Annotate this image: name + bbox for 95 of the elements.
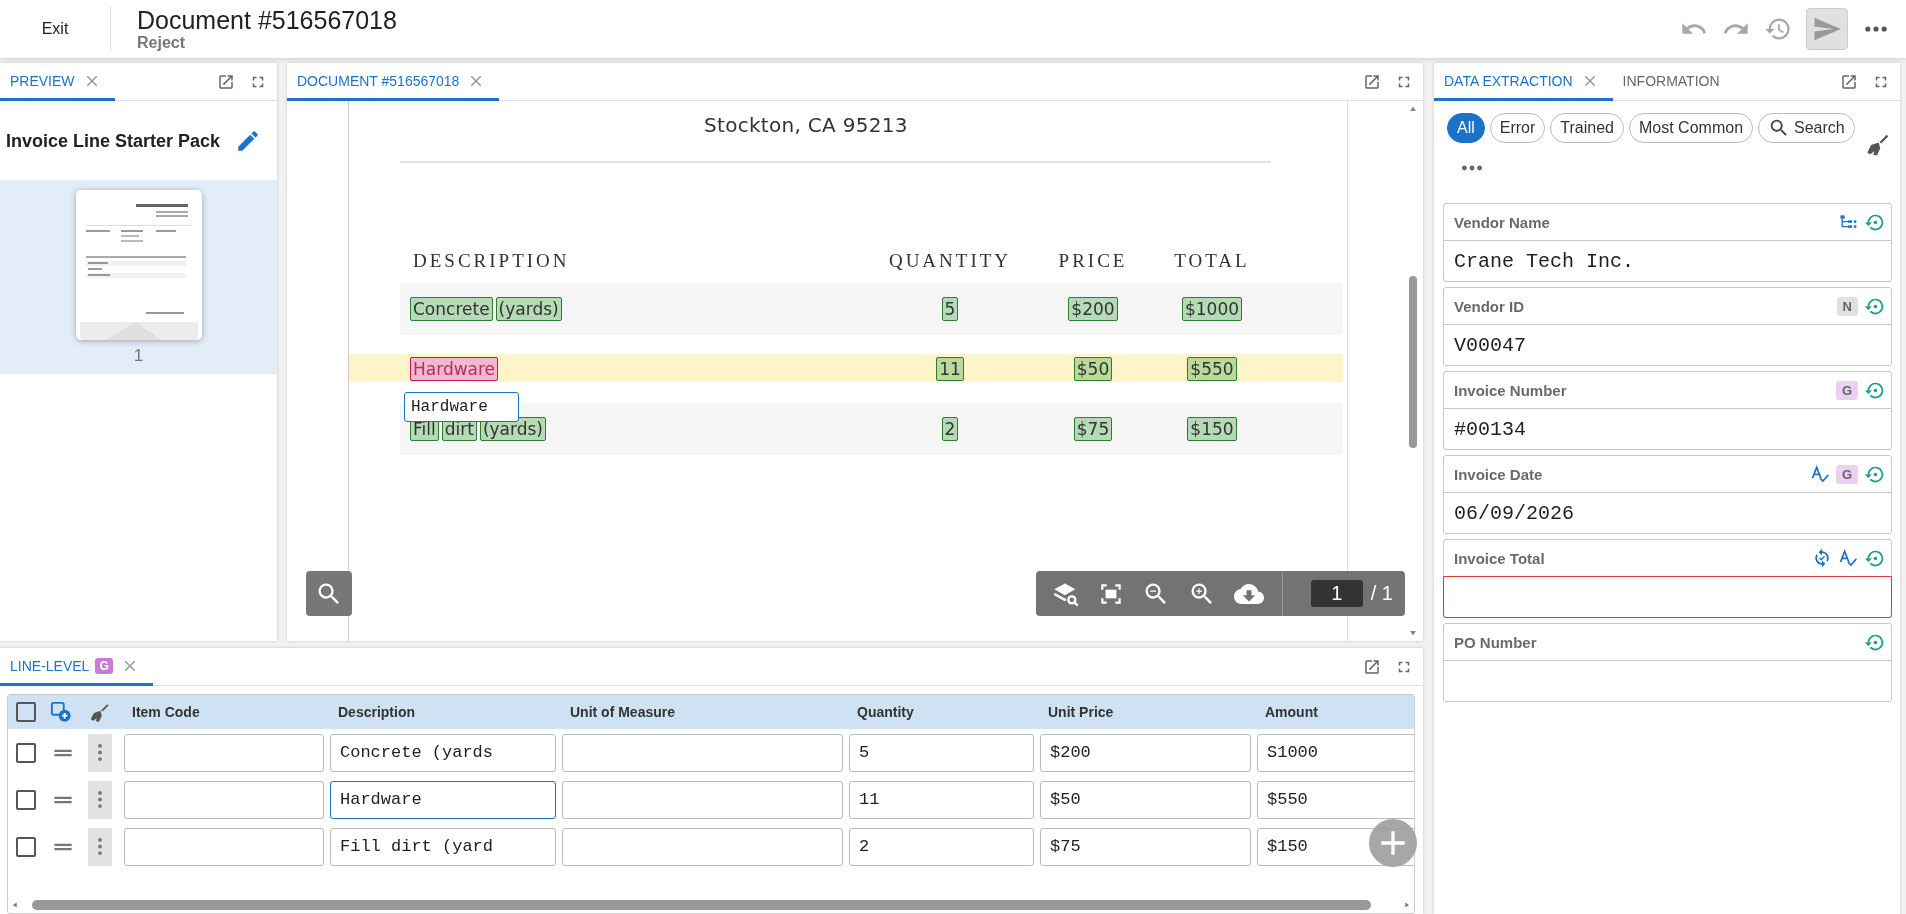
column-heading: DESCRIPTION [412,250,571,272]
tab[interactable]: LINE-LEVEL G [0,648,153,686]
extracted-word[interactable]: $1000 [1181,297,1243,321]
spellcheck-icon[interactable] [1809,464,1830,484]
scrollbar-thumb[interactable] [1409,276,1417,448]
table-field[interactable]: $75 [1040,827,1251,866]
tooltip: Hardware [404,392,519,422]
open-in-new-icon[interactable] [217,72,235,91]
field-label: Invoice Date [1454,465,1543,483]
column-header: Unit Price [1047,704,1115,720]
value-field[interactable]: V00047 [1443,324,1892,366]
table-field[interactable] [124,733,324,772]
scrollbar-thumb[interactable] [32,900,1371,910]
checkbox[interactable] [16,742,36,763]
page-item[interactable]: 1 [0,180,277,374]
table-field[interactable]: $550 [1257,780,1414,819]
tab[interactable]: DATA EXTRACTION [1434,63,1613,101]
open-in-new-icon[interactable] [1840,72,1858,91]
sync-icon[interactable] [1812,548,1832,568]
value-field[interactable]: 06/09/2026 [1443,492,1892,534]
extracted-word[interactable]: 5 [941,297,959,321]
value-field[interactable]: #00134 [1443,408,1892,450]
table-field[interactable] [124,780,324,819]
column-header: Amount [1264,704,1319,720]
table-field[interactable]: $200 [1040,733,1251,772]
field-label: Vendor Name [1454,213,1550,231]
row-menu-button[interactable] [88,733,112,772]
edit-icon[interactable] [235,128,261,154]
badge: G [95,657,113,674]
table-field[interactable] [562,780,843,819]
column-heading: QUANTITY [887,250,1013,272]
page-total: / 1 [1370,582,1393,605]
tab[interactable]: INFORMATION [1612,63,1734,101]
extracted-word[interactable]: $200 [1068,297,1118,321]
badge: G [1835,464,1858,484]
column-heading: PRICE [1057,250,1129,272]
row-menu-button[interactable] [88,827,112,866]
value-field[interactable] [1443,576,1892,618]
extracted-word[interactable]: $50 [1073,357,1113,381]
checkbox[interactable] [16,836,36,857]
filter-chip[interactable]: All [1447,113,1485,143]
column-header: Item Code [131,704,201,720]
table-field[interactable] [124,827,324,866]
page-field[interactable]: 1 [1310,580,1363,607]
selected-word[interactable]: Hardware [410,357,499,381]
badge: G [1835,380,1858,400]
more-vertical-icon [98,838,102,855]
search-button[interactable] [306,571,352,616]
table-field[interactable]: 5 [849,733,1034,772]
extracted-word[interactable]: 2 [941,417,959,441]
address-text: Stockton, CA 95213 [704,113,909,137]
value-field[interactable]: Crane Tech Inc. [1443,240,1892,282]
document-status: Reject [137,34,187,52]
row-menu-button[interactable] [88,780,112,819]
select-all-checkbox[interactable] [16,702,36,722]
extracted-word[interactable]: $75 [1073,417,1113,441]
table-field[interactable] [562,733,843,772]
extracted-word[interactable]: (yards) [495,297,562,321]
add-button[interactable] [1369,819,1417,867]
table-field[interactable] [562,827,843,866]
add-rows-icon[interactable] [50,701,72,723]
tab[interactable]: PREVIEW [0,63,115,101]
extracted-word[interactable]: 11 [936,357,964,381]
table-field[interactable]: Hardware [330,780,556,819]
extracted-word[interactable]: $550 [1187,357,1237,381]
page-number: 1 [133,346,144,366]
extracted-word[interactable]: (yards) [479,417,546,441]
column-heading: TOTAL [1173,250,1251,272]
field-label: PO Number [1454,633,1537,651]
column-header: Unit of Measure [569,704,676,720]
spellcheck-icon[interactable] [1838,548,1858,568]
open-in-new-icon[interactable] [1363,657,1381,676]
document-title: Document #516567018 [137,6,397,34]
more-vertical-icon [98,744,102,761]
field-label: Invoice Number [1454,381,1567,399]
table-field[interactable]: $50 [1040,780,1251,819]
open-in-new-icon[interactable] [1363,72,1381,91]
field-label: Invoice Total [1454,549,1545,567]
clear-icon[interactable] [88,701,110,723]
extracted-word[interactable]: Concrete [410,297,493,321]
pack-title: Invoice Line Starter Pack [6,130,221,152]
table-field[interactable]: Concrete (yards [330,733,556,772]
table-field[interactable]: 2 [849,827,1034,866]
badge: N [1836,296,1858,316]
column-header: Quantity [856,704,915,720]
table-field[interactable]: S1000 [1257,733,1414,772]
tab[interactable]: DOCUMENT #516567018 [287,63,500,101]
column-header: Description [337,704,416,720]
extracted-word[interactable]: $150 [1187,417,1237,441]
field-label: Vendor ID [1454,297,1524,315]
checkbox[interactable] [16,789,36,810]
more-vertical-icon [98,791,102,808]
table-field[interactable]: Fill dirt (yard [330,827,556,866]
exit-button[interactable]: Exit [0,7,111,51]
table-field[interactable]: 11 [849,780,1034,819]
